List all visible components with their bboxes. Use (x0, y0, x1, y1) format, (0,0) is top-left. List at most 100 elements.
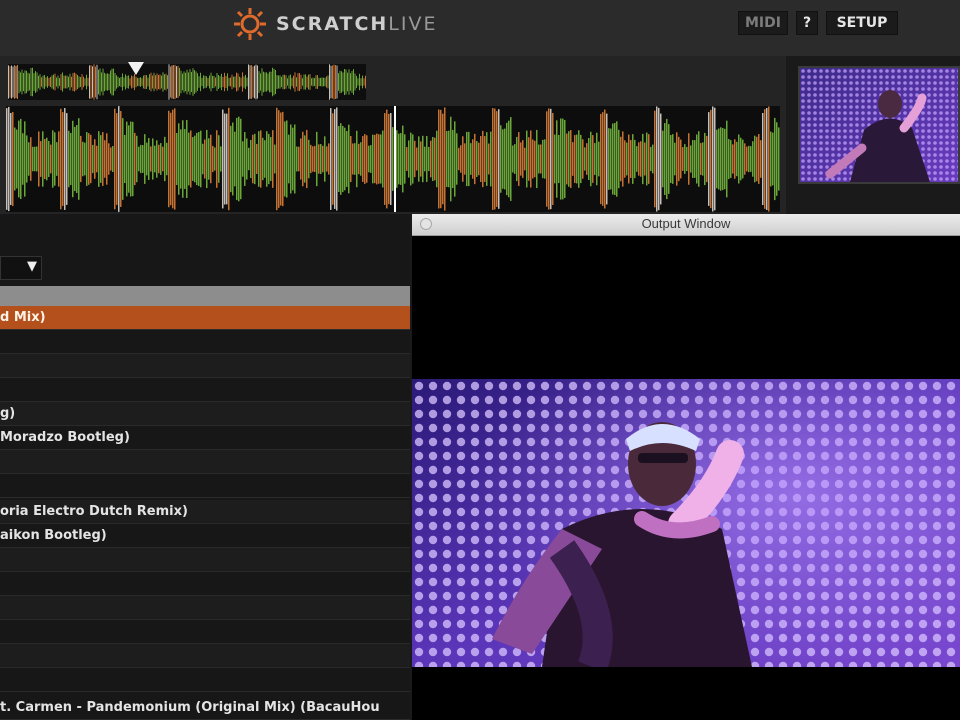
waveform-bar (652, 144, 654, 174)
main-waveform[interactable] (6, 106, 780, 212)
track-row[interactable]: t. Carmen - Pandemonium (Original Mix) (… (0, 696, 410, 720)
crate-dropdown[interactable]: ▼ (0, 256, 42, 280)
waveform-bar (668, 124, 670, 194)
waveform-bar (66, 75, 68, 89)
waveform-bar (632, 134, 634, 184)
waveform-bar (168, 64, 170, 100)
output-window-titlebar[interactable]: Output Window (412, 214, 960, 236)
waveform-bar (344, 127, 346, 191)
waveform-bar (558, 134, 560, 184)
waveform-bar (230, 125, 232, 193)
waveform-bar (538, 144, 540, 174)
track-row[interactable] (0, 596, 410, 620)
track-row[interactable] (0, 668, 410, 692)
waveform-bar (146, 75, 147, 89)
waveform-bar (99, 68, 101, 96)
waveform-bar (418, 136, 420, 182)
waveform-bar (186, 69, 188, 95)
track-row[interactable] (0, 644, 410, 668)
track-row[interactable]: oria Electro Dutch Remix) (0, 500, 410, 524)
track-row[interactable]: g) (0, 402, 410, 426)
waveform-bar (268, 133, 270, 185)
waveform-bar (17, 64, 18, 100)
track-overview-waveform[interactable] (8, 64, 366, 100)
waveform-bar (333, 64, 335, 100)
waveform-bar (183, 71, 185, 93)
library-column-header[interactable] (0, 286, 410, 306)
track-row[interactable] (0, 572, 410, 596)
waveform-bar (221, 73, 222, 91)
waveform-bar (230, 77, 231, 87)
waveform-bar (330, 108, 332, 210)
waveform-bar (274, 144, 276, 174)
waveform-bar (150, 146, 152, 172)
waveform-bar (500, 125, 502, 193)
waveform-bar (84, 78, 86, 86)
waveform-bar (278, 110, 280, 208)
waveform-bar (116, 75, 117, 89)
waveform-bar (374, 134, 376, 184)
track-row[interactable] (0, 548, 410, 572)
waveform-bar (296, 77, 297, 87)
track-row[interactable]: Moradzo Bootleg) (0, 426, 410, 450)
waveform-bar (269, 71, 270, 93)
waveform-bar (462, 136, 464, 182)
waveform-bar (600, 113, 602, 205)
top-bar: SCRATCHLIVE MIDI ? SETUP (0, 0, 960, 56)
waveform-bar (56, 142, 58, 176)
track-row[interactable] (0, 330, 410, 354)
track-row[interactable] (0, 378, 410, 402)
waveform-bar (466, 131, 468, 187)
waveform-bar (342, 125, 344, 193)
waveform-bar (644, 142, 646, 176)
waveform-bar (131, 75, 132, 89)
waveform-bar (88, 133, 90, 185)
waveform-bar (60, 74, 62, 90)
waveform-bar (311, 78, 312, 86)
waveform-bar (238, 116, 240, 202)
waveform-bar (233, 76, 234, 88)
track-row[interactable] (0, 450, 410, 474)
waveform-bar (126, 75, 128, 89)
track-row[interactable] (0, 354, 410, 378)
waveform-bar (320, 144, 322, 174)
waveform-bar (236, 72, 237, 92)
waveform-bar (598, 141, 600, 177)
waveform-bar (107, 73, 108, 91)
waveform-bar (346, 131, 348, 187)
waveform-bar (732, 144, 734, 174)
track-row[interactable] (0, 620, 410, 644)
waveform-bar (762, 112, 764, 206)
help-button[interactable]: ? (796, 11, 818, 35)
track-row-selected[interactable]: d Mix) (0, 306, 410, 330)
waveform-bar (279, 75, 281, 89)
waveform-bar (484, 136, 486, 182)
setup-button[interactable]: SETUP (826, 11, 898, 35)
waveform-bar (351, 71, 353, 93)
video-preview-thumbnail[interactable] (798, 66, 960, 184)
track-row[interactable]: aikon Bootleg) (0, 524, 410, 548)
waveform-bar (212, 75, 213, 89)
waveform-bar (146, 142, 148, 176)
waveform-bar (496, 111, 498, 207)
track-row[interactable] (0, 474, 410, 498)
waveform-bar (72, 72, 74, 92)
waveform-bar (342, 72, 344, 92)
waveform-bar (226, 113, 228, 205)
waveform-bar (136, 135, 138, 183)
waveform-bar (574, 135, 576, 183)
waveform-bar (96, 145, 98, 173)
waveform-bar (636, 146, 638, 172)
waveform-bar (164, 136, 166, 182)
waveform-bar (77, 74, 78, 90)
waveform-bar (590, 131, 592, 187)
waveform-bar (520, 142, 522, 176)
waveform-bar (167, 75, 168, 89)
waveform-bar (412, 134, 414, 184)
waveform-bar (478, 142, 480, 176)
waveform-bar (155, 75, 156, 89)
waveform-bar (212, 145, 214, 173)
playhead-marker-icon[interactable] (128, 62, 144, 75)
waveform-bar (46, 137, 48, 181)
midi-button[interactable]: MIDI (738, 11, 788, 35)
